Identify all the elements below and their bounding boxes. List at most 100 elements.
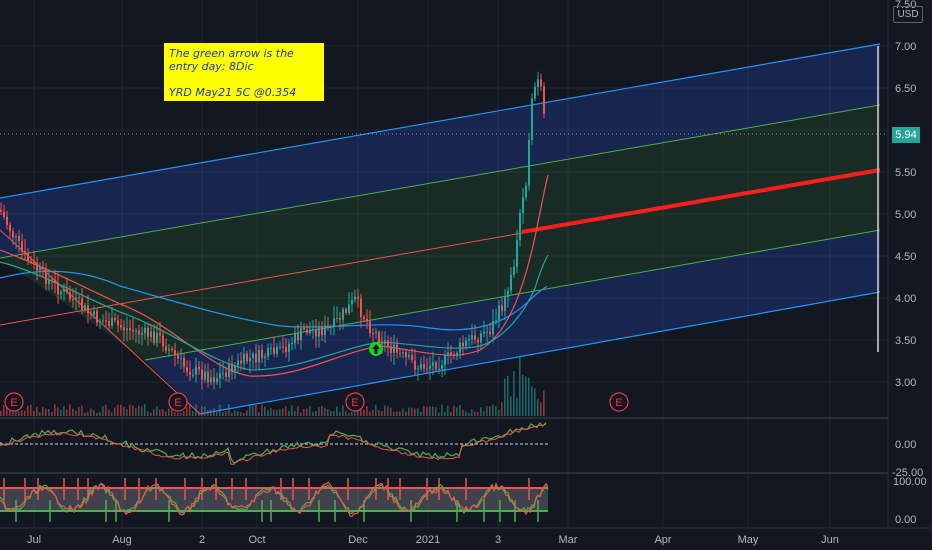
candle-body (447, 352, 449, 355)
candle-body (426, 368, 428, 370)
volume-bar (408, 407, 410, 416)
candle-body (135, 330, 137, 332)
time-tick: Mar (559, 534, 578, 546)
candle-body (177, 355, 179, 359)
candle-body (93, 311, 95, 315)
earnings-marker[interactable]: E (345, 392, 365, 412)
volume-bar (51, 411, 53, 416)
volume-bar (144, 404, 146, 416)
candle-body (264, 356, 266, 358)
candle-body (387, 340, 389, 347)
candle-body (345, 309, 347, 313)
chart-stage[interactable]: E E E E 7.50 7.00 6.50 5.50 5.00 4.50 4.… (0, 0, 932, 550)
volume-bar (510, 396, 512, 416)
volume-bar (282, 408, 284, 416)
volume-bar (537, 398, 539, 416)
time-axis[interactable]: Jul Aug 2 Oct Dec 2021 3 Mar Apr May Jun (27, 534, 839, 546)
currency-badge[interactable]: USD (893, 6, 923, 23)
candle-body (279, 346, 281, 348)
earnings-marker[interactable]: E (168, 392, 188, 412)
candle-body (513, 266, 515, 275)
volume-bar (261, 404, 263, 416)
earnings-marker[interactable]: E (4, 392, 24, 412)
candle-body (243, 353, 245, 364)
candle-body (534, 86, 536, 99)
volume-bar (435, 407, 437, 416)
candle-body (306, 329, 308, 334)
candle-body (96, 311, 98, 323)
candle-body (489, 331, 491, 335)
candle-body (237, 360, 239, 366)
candle-body (504, 297, 506, 312)
candle-body (486, 331, 488, 333)
candle-body (435, 362, 437, 370)
time-tick: Jun (821, 534, 839, 546)
volume-bar (27, 406, 29, 416)
candle-body (210, 377, 212, 383)
volume-bar (372, 409, 374, 416)
volume-bar (63, 406, 65, 416)
volume-bar (174, 412, 176, 416)
candle-body (333, 318, 335, 328)
candle-body (180, 357, 182, 359)
volume-bar (156, 406, 158, 416)
volume-bar (411, 407, 413, 416)
volume-bar (111, 412, 113, 416)
volume-bar (540, 402, 542, 416)
chart-canvas[interactable]: E E E E 7.50 7.00 6.50 5.50 5.00 4.50 4.… (0, 0, 932, 550)
candle-body (522, 197, 524, 213)
volume-bar (351, 411, 353, 416)
candle-body (525, 185, 527, 198)
candle-body (510, 274, 512, 291)
volume-bar (99, 412, 101, 416)
candle-body (327, 325, 329, 328)
volume-bar (24, 410, 26, 416)
candle-body (396, 344, 398, 353)
annotation-note[interactable]: The green arrow is the entry day: 8Dic Y… (164, 43, 324, 101)
candle-body (45, 268, 47, 284)
candle-body (105, 320, 107, 322)
annotation-line-3: YRD May21 5C @0.354 (169, 86, 297, 99)
volume-bar (33, 410, 35, 416)
earnings-marker[interactable]: E (609, 392, 629, 412)
volume-bar (429, 406, 431, 416)
candle-body (270, 347, 272, 349)
candle-body (432, 362, 434, 366)
candle-body (159, 332, 161, 336)
time-tick: Dec (348, 534, 368, 546)
candle-body (393, 344, 395, 353)
candle-body (528, 140, 530, 186)
oscillator1-axis[interactable]: 0.00 -25.00 (892, 439, 923, 479)
volume-bar (483, 411, 485, 416)
candle-body (165, 346, 167, 351)
candle-body (255, 353, 257, 363)
candle-body (99, 321, 101, 323)
volume-bar (513, 371, 515, 416)
candle-body (195, 366, 197, 375)
candle-body (129, 328, 131, 330)
candle-body (192, 374, 194, 376)
oscillator2-axis[interactable]: 100.00 0.00 (893, 476, 927, 526)
candle-body (111, 317, 113, 326)
price-tick: 4.00 (895, 293, 916, 305)
volume-bar (150, 412, 152, 416)
candle-body (9, 224, 11, 232)
volume-bar (192, 411, 194, 416)
volume-bar (210, 409, 212, 416)
candle-body (342, 309, 344, 320)
volume-bar (381, 411, 383, 416)
candle-body (150, 331, 152, 338)
volume-bar (402, 408, 404, 416)
candle-body (492, 320, 494, 335)
volume-bar (102, 406, 104, 416)
volume-bar (399, 411, 401, 416)
price-axis[interactable]: 7.50 7.00 6.50 5.50 5.00 4.50 4.00 3.50 … (895, 0, 916, 389)
candle-body (369, 321, 371, 334)
candle-body (87, 305, 89, 313)
candle-body (33, 261, 35, 263)
volume-bar (309, 405, 311, 416)
oscillator2-tick: 0.00 (895, 514, 916, 526)
volume-bar (162, 409, 164, 416)
candle-body (42, 266, 44, 269)
candle-body (444, 354, 446, 365)
